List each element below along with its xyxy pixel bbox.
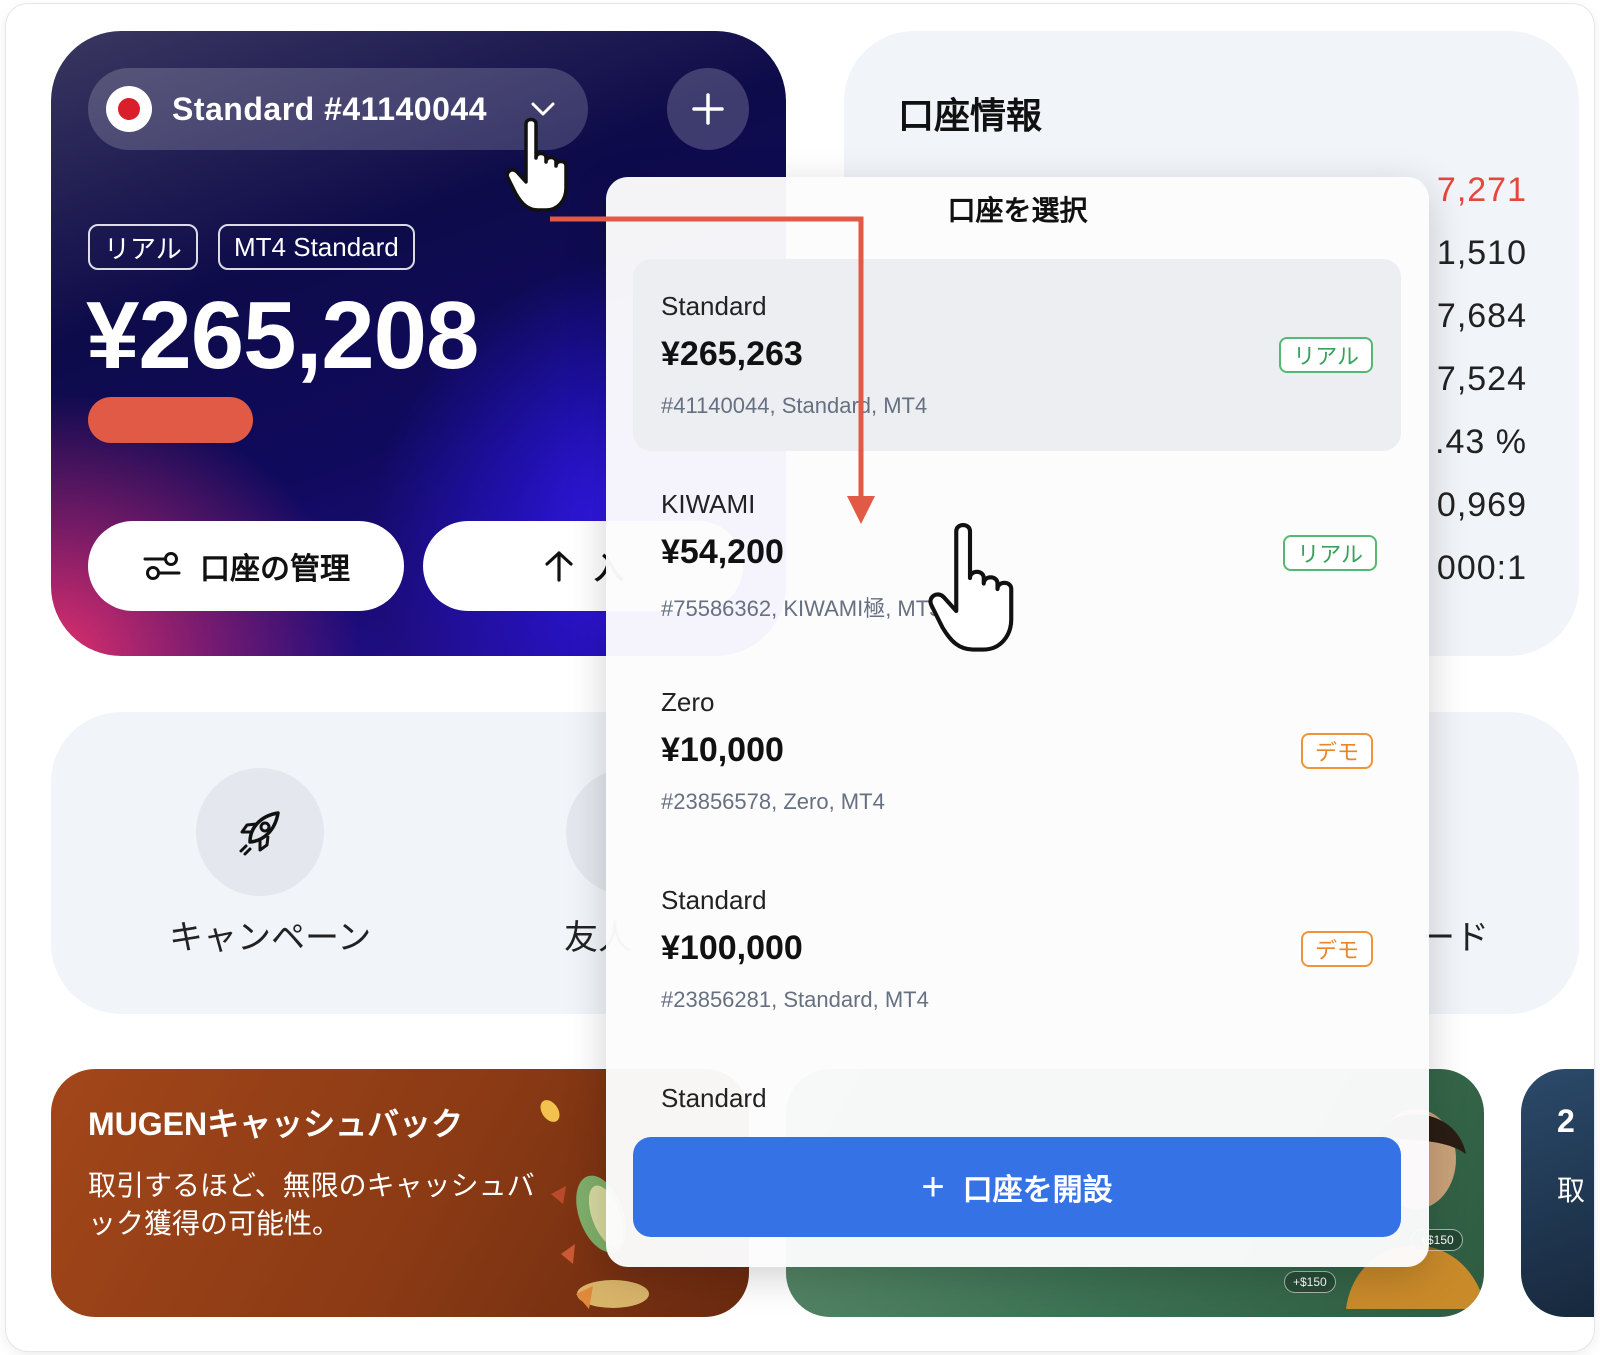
- account-option[interactable]: KIWAMI ¥54,200 #75586362, KIWAMI極, MT5 リ…: [633, 457, 1401, 649]
- account-type: Standard: [661, 885, 767, 915]
- rocket-icon: [239, 811, 280, 856]
- campaign-label[interactable]: キャンペーン: [169, 910, 371, 959]
- info-value: .43 %: [1435, 423, 1527, 461]
- account-meta: #23856578, Zero, MT4: [661, 789, 885, 814]
- account-option[interactable]: Zero ¥10,000 #23856578, Zero, MT4 デモ: [633, 655, 1401, 847]
- account-type: Standard: [661, 1083, 767, 1113]
- leaf-icon: [540, 1100, 560, 1122]
- manage-account-button[interactable]: 口座の管理: [88, 521, 404, 611]
- demo-badge: デモ: [1300, 931, 1373, 967]
- campaign-shortcut[interactable]: [196, 768, 324, 896]
- account-balance: ¥265,263: [661, 335, 803, 373]
- hidden-value-pill: [88, 397, 253, 443]
- reward-chip: +$150: [1284, 1271, 1336, 1293]
- account-type: Standard: [661, 291, 767, 321]
- account-meta: #41140044, Standard, MT4: [661, 393, 928, 418]
- info-value: 7,271: [1436, 171, 1527, 209]
- info-value: 1,510: [1436, 234, 1527, 272]
- shortcut-label[interactable]: ード: [1421, 910, 1489, 959]
- account-type: Zero: [661, 687, 715, 717]
- plus-icon: +: [921, 1165, 945, 1209]
- arrow-up-icon: [545, 551, 573, 582]
- account-selector[interactable]: Standard #41140044: [88, 68, 588, 150]
- info-value: 0,969: [1436, 486, 1527, 524]
- account-option[interactable]: Standard ¥100,000 #23856281, Standard, M…: [633, 853, 1401, 1045]
- sliders-icon: [143, 552, 181, 580]
- platform-tag: MT4 Standard: [218, 224, 415, 270]
- account-meta: #23856281, Standard, MT4: [661, 987, 929, 1012]
- info-value: 7,524: [1436, 360, 1527, 398]
- real-badge: リアル: [1279, 337, 1373, 373]
- info-title: 口座情報: [898, 95, 1043, 136]
- info-value: 000:1: [1436, 549, 1527, 587]
- account-type-tag: リアル: [88, 224, 198, 270]
- open-account-label: 口座を開設: [962, 1174, 1113, 1207]
- demo-badge: デモ: [1300, 733, 1373, 769]
- add-account-button[interactable]: [667, 68, 749, 150]
- third-banner[interactable]: 2 取: [1521, 1069, 1594, 1317]
- account-type: KIWAMI: [661, 489, 756, 519]
- account-balance: ¥100,000: [661, 929, 803, 967]
- app-frame: Standard #41140044 リアル MT4 Standard ¥265…: [6, 4, 1594, 1351]
- real-badge: リアル: [1283, 535, 1377, 571]
- account-select-dropdown: 口座を選択 Standard ¥265,263 #41140044, Stand…: [606, 177, 1429, 1267]
- info-value: 7,684: [1436, 297, 1527, 335]
- account-balance: ¥54,200: [661, 533, 784, 571]
- japan-flag-icon: [106, 86, 152, 132]
- open-account-button[interactable]: + 口座を開設: [633, 1137, 1401, 1237]
- account-meta: #75586362, KIWAMI極, MT5: [661, 596, 942, 621]
- banner-text: 取引するほど、無限のキャッシュバック獲得の可能性。: [88, 1170, 535, 1239]
- plus-icon: [692, 93, 724, 125]
- account-option[interactable]: Standard ¥265,263 #41140044, Standard, M…: [633, 259, 1401, 451]
- banner-title: MUGENキャッシュバック: [88, 1106, 464, 1142]
- account-balance: ¥10,000: [661, 731, 784, 769]
- manage-account-label: 口座の管理: [200, 553, 350, 586]
- dropdown-title: 口座を選択: [947, 195, 1088, 226]
- banner-text: 取: [1557, 1175, 1586, 1206]
- chevron-down-icon: [531, 102, 555, 116]
- account-balance: ¥265,208: [86, 282, 479, 389]
- banner-number: 2: [1557, 1103, 1575, 1139]
- selected-account-name: Standard #41140044: [172, 90, 487, 127]
